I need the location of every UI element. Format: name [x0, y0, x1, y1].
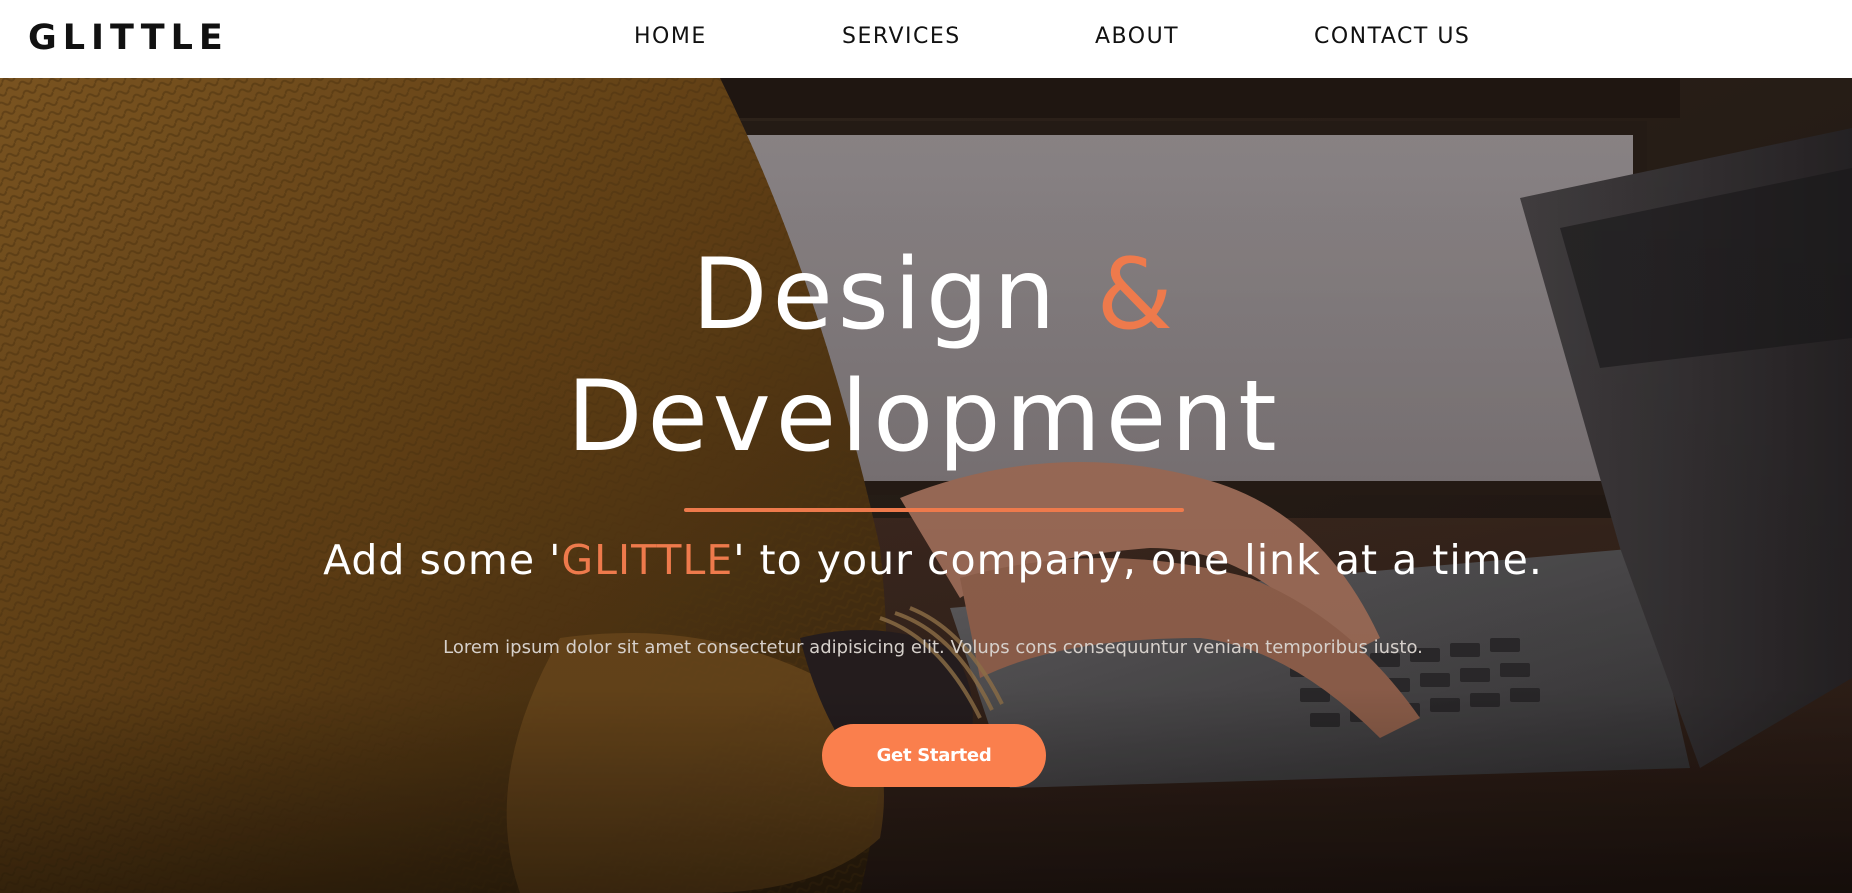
main-nav: HOME SERVICES ABOUT CONTACT US: [0, 0, 1852, 78]
get-started-button[interactable]: Get Started: [822, 724, 1046, 787]
nav-contact-link[interactable]: CONTACT US: [1314, 24, 1470, 49]
nav-home-link[interactable]: HOME: [634, 24, 707, 49]
hero-headline-line1: Design &: [692, 238, 1178, 352]
top-navbar: GLITTLE HOME SERVICES ABOUT CONTACT US: [0, 0, 1852, 78]
hero-section: Design & Development Add some 'GLITTLE' …: [0, 78, 1852, 893]
hero-headline-line2: Development: [567, 360, 1282, 474]
hero-description: Lorem ipsum dolor sit amet consectetur a…: [443, 637, 1423, 658]
tagline-prefix: Add some ': [323, 536, 562, 584]
headline-design-word: Design: [692, 238, 1061, 352]
hero-divider-line: [684, 508, 1184, 512]
headline-ampersand: &: [1096, 238, 1178, 352]
tagline-suffix: ' to your company, one link at a time.: [733, 536, 1543, 584]
nav-about-link[interactable]: ABOUT: [1095, 24, 1179, 49]
nav-services-link[interactable]: SERVICES: [842, 24, 961, 49]
tagline-brand-name: GLITTLE: [561, 536, 734, 584]
hero-tagline: Add some 'GLITTLE' to your company, one …: [0, 536, 1852, 584]
